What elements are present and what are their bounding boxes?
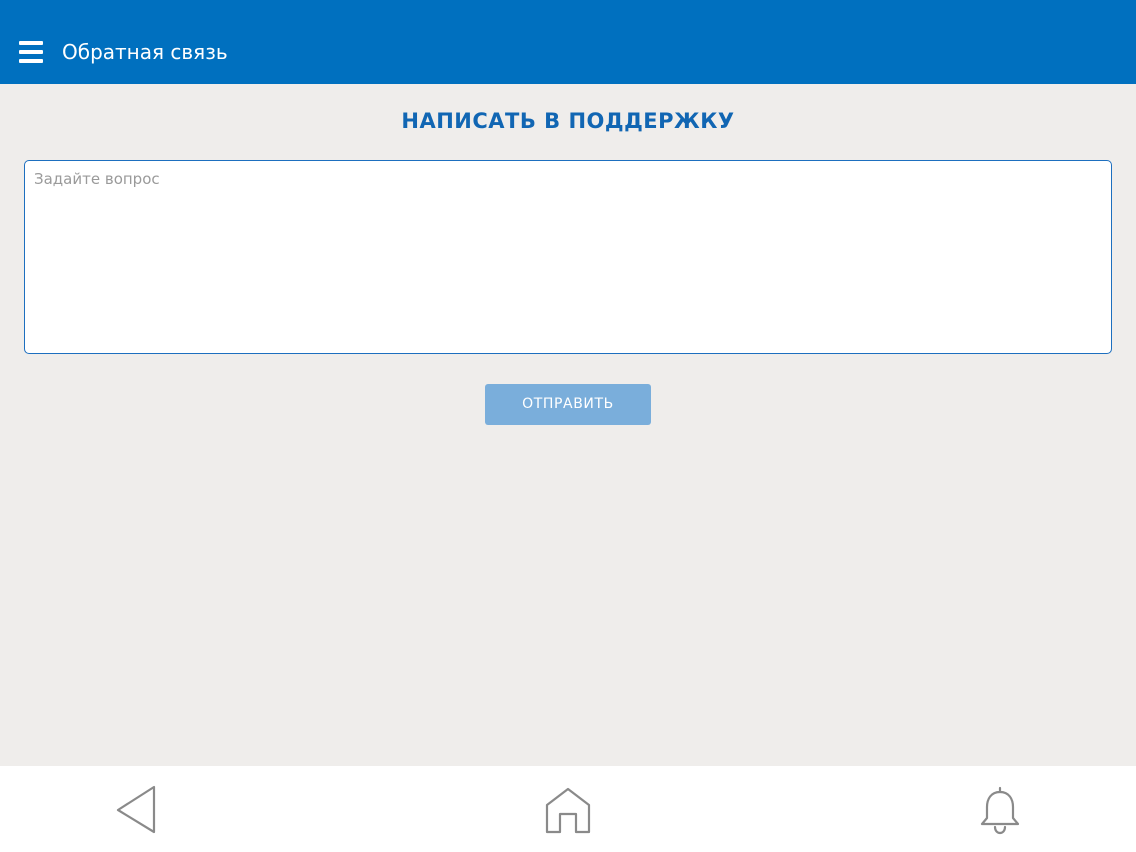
hamburger-menu-icon[interactable]	[19, 41, 43, 63]
app-window: Обратная связь НАПИСАТЬ В ПОДДЕРЖКУ ОТПР…	[0, 0, 1136, 852]
question-input[interactable]	[24, 160, 1112, 354]
back-triangle-icon[interactable]	[112, 784, 160, 836]
bell-icon[interactable]	[979, 784, 1021, 836]
bottom-navigation-bar	[0, 766, 1136, 852]
page-title: Обратная связь	[62, 40, 228, 64]
top-app-bar: Обратная связь	[0, 0, 1136, 84]
support-heading: НАПИСАТЬ В ПОДДЕРЖКУ	[401, 109, 735, 133]
home-icon[interactable]	[543, 786, 593, 836]
send-button[interactable]: ОТПРАВИТЬ	[485, 384, 651, 425]
